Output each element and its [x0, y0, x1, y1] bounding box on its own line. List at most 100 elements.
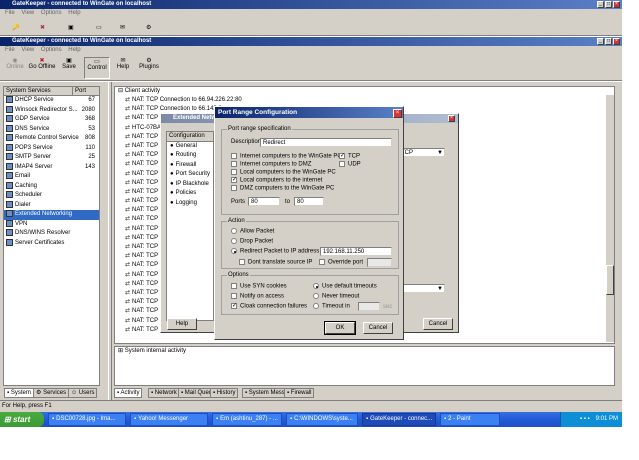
direction-checkbox-box[interactable]: [231, 185, 237, 191]
extended-cancel-button[interactable]: Cancel: [423, 318, 453, 330]
toolbar-online[interactable]: ◉ Online: [2, 57, 28, 70]
default-timeouts-dot[interactable]: [313, 283, 319, 289]
description-input[interactable]: Redirect: [260, 138, 392, 147]
override-port-input[interactable]: [367, 258, 392, 267]
outer-menu-file[interactable]: File: [5, 10, 15, 16]
redirect-packet-radio[interactable]: Redirect Packet to IP address: [231, 248, 319, 255]
taskbar-button[interactable]: ▪ GateKeeper - connec...: [362, 413, 436, 426]
outer-menu-view[interactable]: View: [21, 10, 34, 16]
extended-close-button[interactable]: ×: [448, 115, 455, 122]
timeout-in-dot[interactable]: [313, 303, 319, 309]
service-row[interactable]: DNS/WINS Resolver: [4, 229, 99, 239]
taskbar-button[interactable]: ▪ Yahoo! Messenger: [130, 413, 208, 426]
direction-checkbox-box[interactable]: [231, 176, 237, 183]
activity-scrollbar[interactable]: [605, 95, 614, 342]
toolbar-control[interactable]: ▭ Control: [84, 57, 110, 79]
port-cancel-button[interactable]: Cancel: [363, 322, 393, 334]
never-timeout-radio[interactable]: Never timeout: [313, 293, 359, 300]
bottom-tab[interactable]: ▪ Firewall: [284, 388, 315, 398]
col-service-header[interactable]: System Services: [4, 88, 51, 94]
service-row[interactable]: Server Certificates: [4, 238, 99, 249]
override-port-box[interactable]: [319, 259, 325, 265]
inner-close-button[interactable]: ×: [613, 38, 620, 45]
never-timeout-dot[interactable]: [313, 293, 319, 299]
ok-button[interactable]: OK: [324, 321, 356, 335]
dont-translate-box[interactable]: [239, 259, 245, 265]
direction-checkbox[interactable]: Local computers to the WinGate PC: [231, 169, 336, 176]
timeout-in-radio[interactable]: Timeout in: [313, 303, 350, 310]
inner-menu-view[interactable]: View: [21, 47, 34, 53]
redirect-ip-input[interactable]: 192.168.11.250: [320, 247, 392, 256]
redirect-radio-dot[interactable]: [231, 248, 237, 254]
nav-item[interactable]: ● Port Security: [167, 170, 213, 180]
nav-item[interactable]: ● Routing: [167, 151, 213, 161]
tab-system[interactable]: ▪ System: [4, 388, 34, 398]
service-row[interactable]: IMAP4 Server 143: [4, 162, 99, 173]
nav-item[interactable]: ● Firewall: [167, 161, 213, 171]
port-dialog-close-button[interactable]: ×: [393, 109, 402, 118]
timeout-input[interactable]: [358, 302, 380, 311]
service-row[interactable]: Remote Control Service 808: [4, 134, 99, 144]
tcp-checkbox[interactable]: TCP: [339, 152, 360, 160]
direction-checkbox[interactable]: Local computers to the internet: [231, 176, 322, 184]
service-row[interactable]: DHCP Service 67: [4, 96, 99, 106]
toolbar-save[interactable]: ▣ Save: [58, 57, 80, 70]
inner-menu-options[interactable]: Options: [41, 47, 62, 53]
drop-radio-dot[interactable]: [231, 238, 237, 244]
taskbar-button[interactable]: ▪ 2 - Paint: [440, 413, 500, 426]
tab-users[interactable]: ☺ Users: [68, 388, 98, 398]
default-timeouts-radio[interactable]: Use default timeouts: [313, 283, 377, 290]
service-row[interactable]: Scheduler: [4, 191, 99, 201]
bottom-tab[interactable]: ▪ Activity: [114, 388, 143, 398]
activity-scroll-thumb[interactable]: [606, 265, 614, 295]
activity-row[interactable]: ⇄ NAT: TCP Connection to 66.94.226.22:80: [125, 96, 614, 105]
port-from-input[interactable]: 80: [248, 197, 280, 206]
toolbar-go-offline[interactable]: ✖ Go Offline: [28, 57, 56, 70]
outer-menu-options[interactable]: Options: [41, 10, 62, 16]
toolbar-help[interactable]: ✉ Help: [112, 57, 134, 70]
bottom-tab[interactable]: ▪ History: [210, 388, 239, 398]
inner-menu-help[interactable]: Help: [68, 47, 80, 53]
toolbar-plugins[interactable]: ⚙ Plugins: [136, 57, 162, 70]
outer-close-button[interactable]: ×: [613, 1, 620, 8]
direction-checkbox-box[interactable]: [231, 161, 237, 167]
nav-item[interactable]: ● Policies: [167, 189, 213, 199]
col-port-header[interactable]: Port: [72, 87, 86, 96]
outer-maximize-button[interactable]: □: [605, 1, 612, 8]
service-row[interactable]: Email: [4, 172, 99, 182]
udp-checkbox-box[interactable]: [339, 161, 345, 167]
service-row[interactable]: Extended Networking: [4, 210, 99, 220]
taskbar-button[interactable]: ▪ Em (ashtinu_287) - ...: [212, 413, 282, 426]
inner-minimize-button[interactable]: _: [597, 38, 604, 45]
service-row[interactable]: Caching: [4, 181, 99, 192]
notify-box[interactable]: [231, 293, 237, 299]
protocol-select[interactable]: TCP ▼: [398, 148, 445, 157]
cloak-checkbox[interactable]: Cloak connection failures: [231, 302, 307, 310]
tcp-checkbox-box[interactable]: [339, 152, 345, 159]
use-syn-box[interactable]: [231, 283, 237, 289]
allow-radio-dot[interactable]: [231, 228, 237, 234]
nav-item[interactable]: ● Logging: [167, 199, 213, 209]
direction-checkbox[interactable]: Internet computers to the WinGate PC: [231, 153, 342, 160]
nav-item[interactable]: ● General: [167, 142, 213, 152]
inner-menu-file[interactable]: File: [5, 47, 15, 53]
extended-select-2[interactable]: ▼: [398, 284, 445, 293]
direction-checkbox-box[interactable]: [231, 169, 237, 175]
service-row[interactable]: VPN: [4, 219, 99, 230]
override-port-checkbox[interactable]: Override port: [319, 259, 363, 266]
taskbar-button[interactable]: ▪ C:\WINDOWS\syste...: [286, 413, 358, 426]
use-syn-checkbox[interactable]: Use SYN cookies: [231, 283, 287, 290]
expand-icon[interactable]: ⊞: [118, 348, 123, 354]
notify-checkbox[interactable]: Notify on access: [231, 293, 284, 300]
dont-translate-checkbox[interactable]: Dont translate source IP: [239, 259, 312, 266]
outer-menu-help[interactable]: Help: [68, 10, 80, 16]
udp-checkbox[interactable]: UDP: [339, 161, 361, 168]
tab-services[interactable]: ⚙ Services: [33, 388, 70, 398]
taskbar-button[interactable]: ▪ DSC00728.jpg - Ima...: [48, 413, 126, 426]
collapse-icon[interactable]: ⊟: [118, 88, 123, 94]
service-row[interactable]: Winsock Redirector S... 2080: [4, 105, 99, 116]
service-row[interactable]: DNS Service 53: [4, 124, 99, 135]
direction-checkbox[interactable]: Internet computers to DMZ: [231, 161, 311, 168]
service-row[interactable]: GDP Service 368: [4, 115, 99, 125]
drop-packet-radio[interactable]: Drop Packet: [231, 238, 273, 245]
